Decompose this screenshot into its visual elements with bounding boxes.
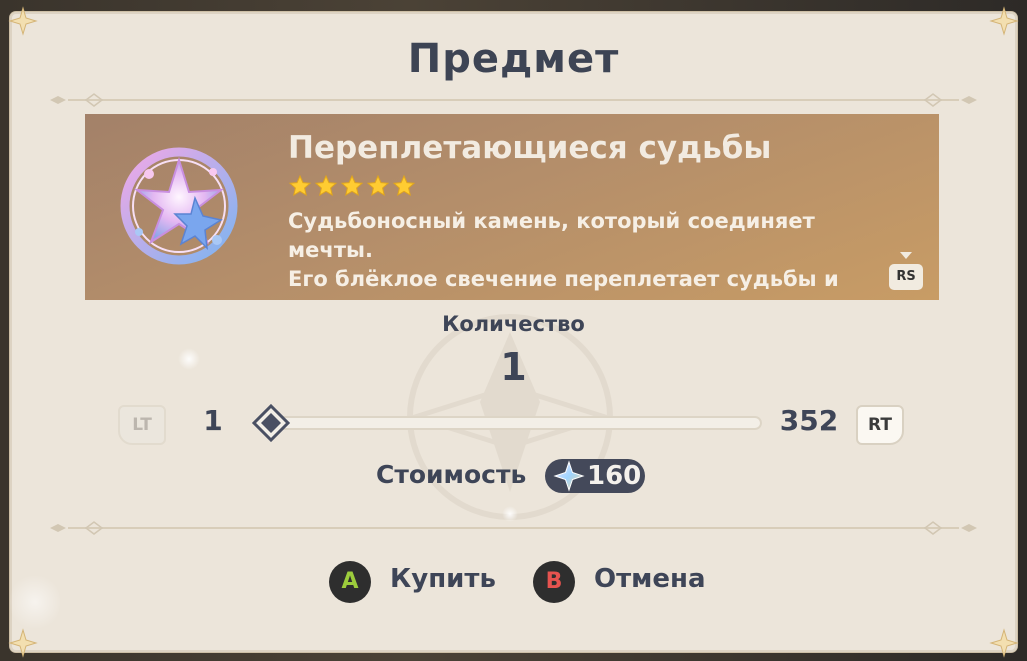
description-line: Его блёклое свечение переплетает судьбы … [288,267,839,291]
b-button-icon[interactable]: B [533,561,575,603]
quantity-slider-track[interactable] [260,416,762,430]
star-icon [288,174,312,198]
cost-badge: 160 [545,459,645,493]
primogem-icon [553,460,585,492]
cancel-button[interactable]: Отмена [594,564,706,594]
buy-button[interactable]: Купить [390,564,496,594]
star-icon [340,174,364,198]
quantity-label: Количество [442,312,585,336]
a-button-icon[interactable]: A [329,561,371,603]
cost-value: 160 [587,461,642,491]
rarity-stars [288,174,416,198]
sparkle-effect [178,348,200,370]
star-icon [366,174,390,198]
intertwined-fate-icon [109,140,249,270]
star-icon [314,174,338,198]
cost-label: Стоимость [376,460,527,489]
arrow-down-icon [900,252,912,259]
item-card: Переплетающиеся судьбы Судьбоносный каме… [85,114,939,300]
increase-rt-button[interactable]: RT [856,405,904,445]
sparkle-effect [10,572,60,632]
star-icon [392,174,416,198]
scroll-hint-rs-button[interactable]: RS [887,252,927,294]
shop-purchase-dialog: Предмет Переплетающиеся судьбы Судьбонос… [8,6,1019,658]
quantity-slider-handle[interactable] [252,404,290,442]
item-name: Переплетающиеся судьбы [288,130,772,166]
ornament-divider [50,90,977,110]
decrease-lt-button[interactable]: LT [118,405,166,445]
rs-label: RS [889,264,923,290]
quantity-max: 352 [779,404,839,437]
sparkle-effect [502,506,518,522]
dialog-title: Предмет [407,36,620,82]
description-line: Судьбоносный камень, который соединяет [288,209,815,233]
item-description[interactable]: Судьбоносный камень, который соединяет м… [288,207,888,294]
quantity-min: 1 [203,404,223,437]
description-line: мечты. [288,238,373,262]
quantity-value: 1 [500,345,527,389]
